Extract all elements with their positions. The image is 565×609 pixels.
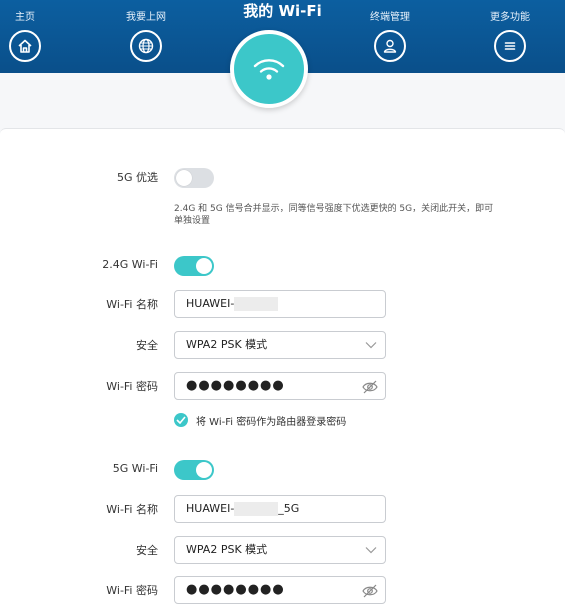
wifi-5g-section-label: 5G Wi-Fi [112, 462, 158, 475]
wifi-24g-security-label: 安全 [136, 339, 158, 352]
wifi-24g-section-label: 2.4G Wi-Fi [102, 258, 158, 271]
wifi-5g-name-label: Wi-Fi 名称 [106, 503, 158, 516]
nav-more[interactable]: 更多功能 [465, 0, 555, 62]
checkmark-icon[interactable] [174, 413, 188, 427]
user-icon[interactable] [374, 30, 406, 62]
toggle-knob [196, 258, 212, 274]
chevron-down-icon [365, 547, 377, 554]
wifi-5g-password-value: ●●●●●●●● [186, 582, 285, 597]
priority-5g-toggle[interactable] [174, 168, 214, 188]
wifi-5g-name-prefix: HUAWEI- [186, 502, 235, 515]
wifi-5g-security-label: 安全 [136, 544, 158, 557]
wifi-24g-name-prefix: HUAWEI- [186, 297, 235, 310]
globe-icon[interactable] [130, 30, 162, 62]
use-as-login-password-label: 将 Wi-Fi 密码作为路由器登录密码 [196, 417, 347, 428]
toggle-knob [176, 170, 192, 186]
wifi-24g-security-select[interactable]: WPA2 PSK 模式 [174, 331, 386, 359]
wifi-24g-toggle[interactable] [174, 256, 214, 276]
wifi-5g-name-suffix: _5G [278, 502, 300, 515]
priority-5g-label: 5G 优选 [116, 171, 158, 184]
redacted-area [234, 297, 279, 311]
eye-off-icon[interactable] [361, 379, 379, 395]
wifi-5g-toggle[interactable] [174, 460, 214, 480]
wifi-24g-password-value: ●●●●●●●● [186, 378, 285, 393]
nav-devices-label: 终端管理 [370, 12, 410, 23]
wifi-5g-password-label: Wi-Fi 密码 [106, 584, 158, 597]
wifi-24g-security-value: WPA2 PSK 模式 [186, 338, 268, 351]
wifi-24g-password-label: Wi-Fi 密码 [106, 380, 158, 393]
wifi-24g-name-input[interactable]: HUAWEI- [174, 290, 386, 318]
home-icon[interactable] [9, 30, 41, 62]
wifi-24g-password-input[interactable]: ●●●●●●●● [174, 372, 386, 400]
priority-5g-hint: 2.4G 和 5G 信号合并显示，同等信号强度下优选更快的 5G，关闭此开关，即… [174, 204, 494, 226]
eye-off-icon[interactable] [361, 583, 379, 599]
redacted-area [234, 502, 279, 516]
wifi-24g-name-label: Wi-Fi 名称 [106, 298, 158, 311]
wifi-5g-name-input[interactable]: HUAWEI- _5G [174, 495, 386, 523]
nav-devices[interactable]: 终端管理 [345, 0, 435, 62]
wifi-5g-security-select[interactable]: WPA2 PSK 模式 [174, 536, 386, 564]
toggle-knob [196, 462, 212, 478]
menu-icon[interactable] [494, 30, 526, 62]
wifi-5g-password-input[interactable]: ●●●●●●●● [174, 576, 386, 604]
wifi-5g-security-value: WPA2 PSK 模式 [186, 543, 268, 556]
nav-more-label: 更多功能 [490, 12, 530, 23]
wifi-icon[interactable] [230, 30, 308, 108]
chevron-down-icon [365, 342, 377, 349]
